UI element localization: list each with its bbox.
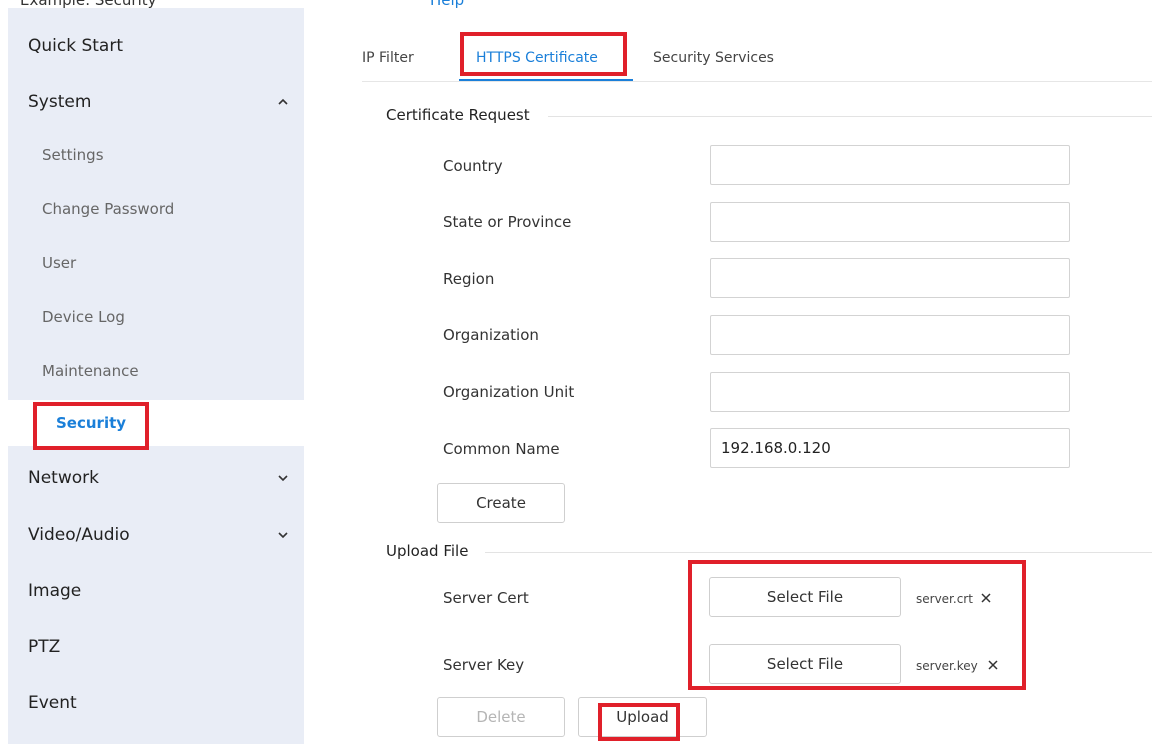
highlight-file-selection [688,560,1026,690]
sidebar-item-system[interactable]: System [8,74,304,130]
label-region: Region [443,270,495,288]
sidebar-item-label: Video/Audio [28,525,130,545]
sidebar: Quick Start System Settings Change Passw… [8,8,304,744]
common-name-input[interactable] [710,428,1070,468]
tab-security-services[interactable]: Security Services [653,36,774,80]
sidebar-item-event[interactable]: Event [8,675,304,731]
section-title-upload-file: Upload File [386,542,469,560]
sidebar-item-settings[interactable]: Settings [8,128,304,182]
sidebar-item-change-password[interactable]: Change Password [8,182,304,236]
highlight-security [33,402,149,450]
section-divider [548,116,1152,117]
label-organization: Organization [443,326,539,344]
label-common-name: Common Name [443,440,560,458]
organization-unit-input[interactable] [710,372,1070,412]
tab-ip-filter[interactable]: IP Filter [362,36,414,80]
sidebar-item-label: Change Password [42,200,175,218]
top-help-link[interactable]: Help [430,0,464,9]
sidebar-item-label: Device Log [42,308,125,326]
sidebar-item-label: Network [28,468,99,488]
sidebar-item-label: Quick Start [28,36,124,56]
country-input[interactable] [710,145,1070,185]
sidebar-item-label: Event [28,693,77,713]
label-country: Country [443,157,503,175]
label-server-key: Server Key [443,656,525,674]
sidebar-item-maintenance[interactable]: Maintenance [8,344,304,398]
tab-divider [362,81,1152,82]
highlight-https-tab [460,32,627,76]
sidebar-item-label: PTZ [28,637,61,657]
section-title-certificate-request: Certificate Request [386,106,530,124]
sidebar-item-label: Settings [42,146,104,164]
sidebar-item-label: Maintenance [42,362,139,380]
sidebar-item-image[interactable]: Image [8,563,304,619]
label-server-cert: Server Cert [443,589,529,607]
section-divider [485,552,1152,553]
top-strip: Example: Security Help [0,0,1152,9]
sidebar-item-user[interactable]: User [8,236,304,290]
chevron-down-icon [276,471,290,485]
sidebar-item-quick-start[interactable]: Quick Start [8,18,304,74]
highlight-upload [598,703,680,741]
label-state-province: State or Province [443,213,572,231]
delete-button[interactable]: Delete [437,697,565,737]
label-organization-unit: Organization Unit [443,383,575,401]
chevron-up-icon [276,95,290,109]
sidebar-item-ptz[interactable]: PTZ [8,619,304,675]
sidebar-item-label: Image [28,581,82,601]
region-input[interactable] [710,258,1070,298]
sidebar-item-video-audio[interactable]: Video/Audio [8,507,304,563]
sidebar-item-network[interactable]: Network [8,450,304,506]
create-button[interactable]: Create [437,483,565,523]
chevron-down-icon [276,528,290,542]
sidebar-item-label: User [42,254,77,272]
state-province-input[interactable] [710,202,1070,242]
sidebar-item-label: System [28,92,92,112]
sidebar-item-device-log[interactable]: Device Log [8,290,304,344]
organization-input[interactable] [710,315,1070,355]
